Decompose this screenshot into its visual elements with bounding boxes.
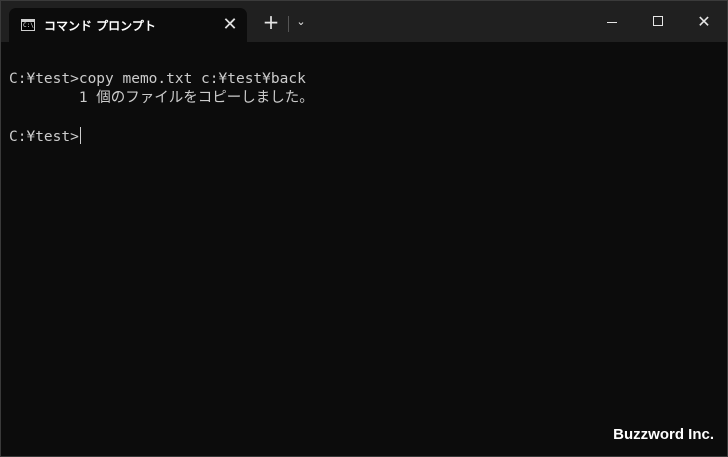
console-line-result: 1 個のファイルをコピーしました。 [9, 90, 314, 106]
watermark-logo: Buzzword Inc. [613, 426, 714, 443]
close-window-button[interactable]: ✕ [681, 1, 727, 42]
tab-command-prompt[interactable]: C:\ コマンド プロンプト ✕ [9, 8, 247, 42]
console-output[interactable]: C:¥test>copy memo.txt c:¥test¥back 1 個のフ… [1, 42, 727, 456]
minimize-icon [607, 22, 617, 23]
console-line-prompt: C:¥test> [9, 127, 81, 147]
text-cursor [79, 127, 81, 144]
title-bar[interactable]: C:\ コマンド プロンプト ✕ + ⌄ ✕ [1, 1, 727, 42]
command-prompt-icon: C:\ [21, 19, 35, 31]
command-prompt-icon-text: C:\ [23, 22, 34, 29]
maximize-button[interactable] [635, 1, 681, 42]
console-line-command: C:¥test>copy memo.txt c:¥test¥back [9, 71, 306, 87]
minimize-button[interactable] [589, 1, 635, 42]
tab-separator [288, 16, 289, 32]
close-tab-button[interactable]: ✕ [217, 12, 243, 38]
prompt-text: C:¥test> [9, 129, 79, 145]
close-icon: ✕ [697, 12, 711, 31]
tab-title: コマンド プロンプト [44, 19, 156, 33]
new-tab-button[interactable]: + [258, 9, 284, 35]
tab-dropdown-button[interactable]: ⌄ [290, 9, 312, 35]
terminal-window: C:\ コマンド プロンプト ✕ + ⌄ ✕ C:¥test>copy memo… [0, 0, 728, 457]
maximize-icon [653, 16, 663, 26]
